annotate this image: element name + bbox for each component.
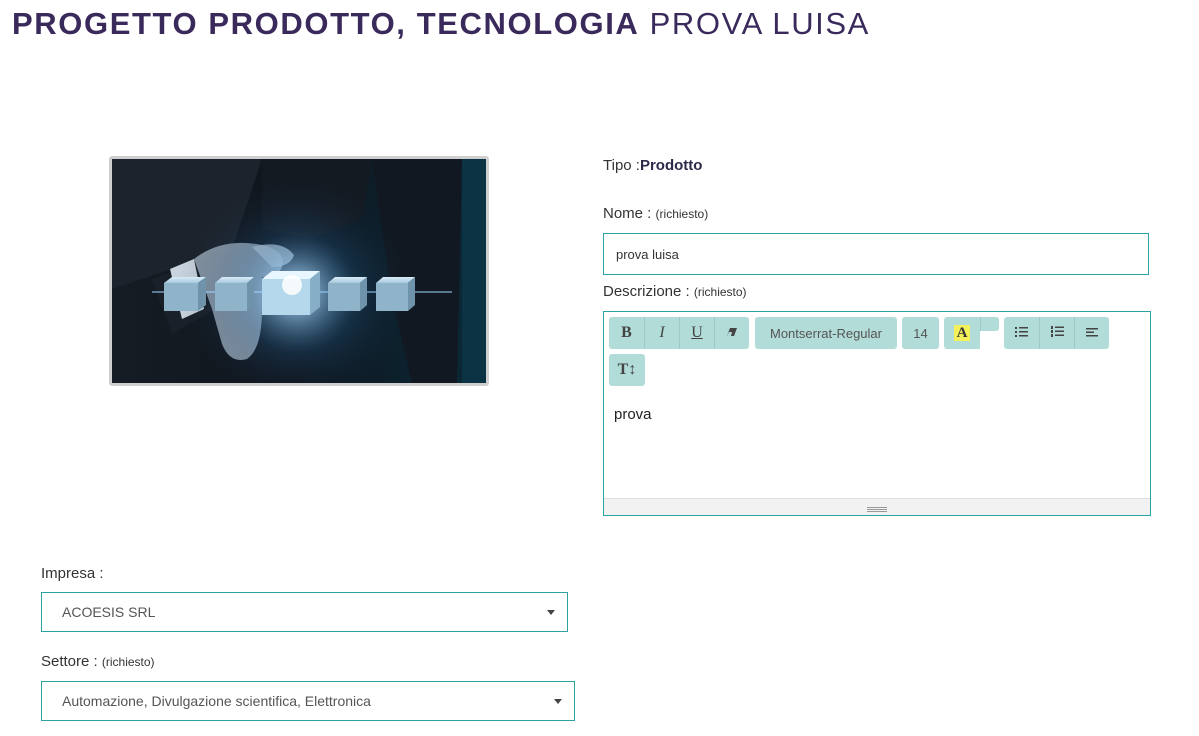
paragraph-group [1004, 317, 1109, 349]
clear-format-button[interactable] [714, 317, 749, 349]
eraser-icon [726, 324, 738, 342]
descrizione-label: Descrizione : [603, 283, 690, 300]
color-dropdown-button[interactable] [980, 317, 999, 331]
font-size-group: 14 [902, 317, 939, 349]
impresa-selected-value: ACOESIS SRL [62, 604, 156, 620]
page-title-main: PROGETTO PRODOTTO, TECNOLOGIA [12, 6, 640, 41]
impresa-label: Impresa : [41, 565, 104, 582]
highlight-a-icon: A [953, 325, 971, 341]
product-image [109, 156, 489, 386]
font-name-dropdown[interactable]: Montserrat-Regular [755, 317, 897, 349]
tipo-label: Tipo : [603, 157, 640, 174]
ordered-list-icon [1050, 324, 1064, 342]
line-height-group: T↕ [609, 354, 645, 386]
settore-label-row: Settore : (richiesto) [41, 653, 155, 670]
settore-label: Settore : [41, 653, 98, 670]
text-style-group: B I U [609, 317, 749, 349]
align-left-icon [1086, 324, 1098, 342]
settore-selected-value: Automazione, Divulgazione scientifica, E… [62, 693, 371, 709]
underline-button[interactable]: U [679, 317, 714, 349]
impresa-label-row: Impresa : [41, 565, 104, 582]
bold-button[interactable]: B [609, 317, 644, 349]
description-editor[interactable]: B I U Montserrat-Regular 14 A T↕ prova [603, 311, 1151, 516]
tipo-value: Prodotto [639, 157, 703, 174]
color-group: A [944, 317, 999, 349]
italic-button[interactable]: I [644, 317, 679, 349]
nome-input[interactable] [603, 233, 1149, 275]
grip-icon [867, 507, 887, 512]
ordered-list-button[interactable] [1039, 317, 1074, 349]
font-name-group: Montserrat-Regular [755, 317, 897, 349]
impresa-select[interactable]: ACOESIS SRL [41, 592, 568, 632]
editor-resize-handle[interactable] [604, 498, 1150, 515]
page-title-name: PROVA LUISA [649, 6, 870, 41]
highlight-color-button[interactable]: A [944, 317, 980, 349]
align-button[interactable] [1074, 317, 1109, 349]
font-size-dropdown[interactable]: 14 [902, 317, 939, 349]
editor-content[interactable]: prova [614, 406, 652, 423]
descrizione-label-row: Descrizione : (richiesto) [603, 283, 747, 300]
settore-select[interactable]: Automazione, Divulgazione scientifica, E… [41, 681, 575, 721]
unordered-list-button[interactable] [1004, 317, 1039, 349]
descrizione-required-hint: (richiesto) [693, 285, 747, 299]
chevron-down-icon [554, 699, 562, 704]
nome-required-hint: (richiesto) [655, 207, 709, 221]
unordered-list-icon [1015, 324, 1028, 342]
line-height-button[interactable]: T↕ [609, 354, 645, 386]
page-title: PROGETTO PRODOTTO, TECNOLOGIA PROVA LUIS… [12, 6, 870, 42]
chevron-down-icon [547, 610, 555, 615]
tipo-field: Tipo :Prodotto [603, 157, 702, 174]
settore-required-hint: (richiesto) [101, 655, 155, 669]
nome-label-row: Nome : (richiesto) [603, 205, 708, 222]
nome-label: Nome : [603, 205, 652, 222]
